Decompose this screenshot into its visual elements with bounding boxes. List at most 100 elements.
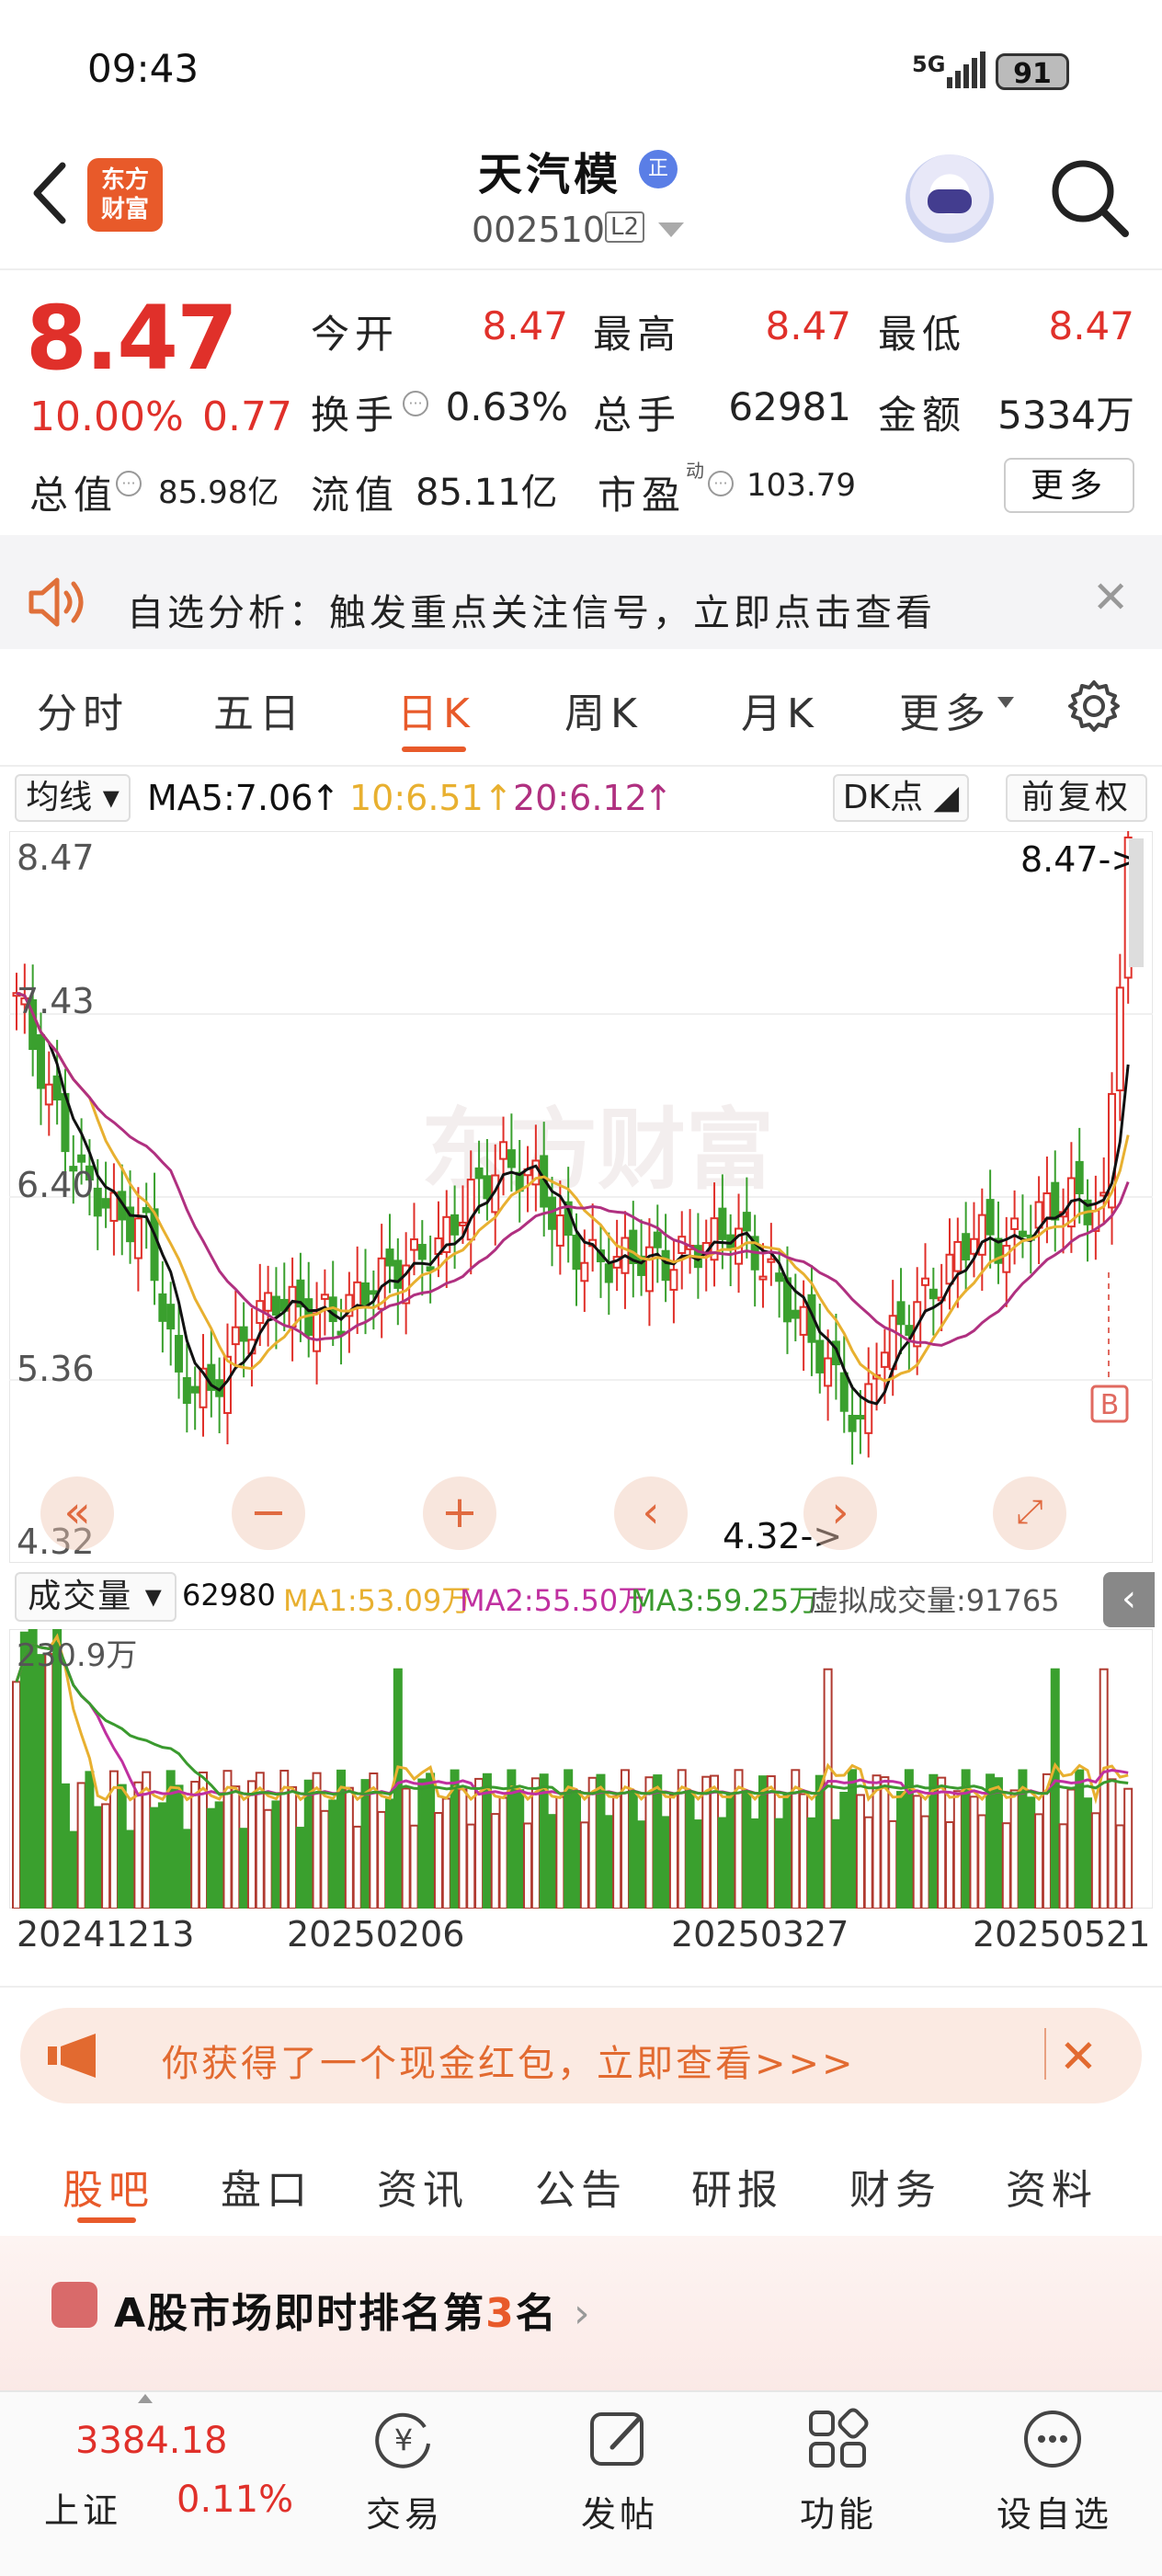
info-dots-icon[interactable]: ··· — [403, 391, 428, 416]
volume-bar — [85, 1771, 95, 1909]
expand-icon[interactable]: ⤢ — [993, 1476, 1066, 1550]
ranking-text[interactable]: A股市场即时排名第3名 › — [114, 2280, 592, 2339]
info-dots-icon[interactable]: ··· — [708, 471, 734, 496]
tab-announcements[interactable]: 公告 — [535, 2157, 627, 2216]
candle-body — [604, 1263, 613, 1283]
active-tab-indicator — [77, 2217, 136, 2223]
battery-indicator: 91 — [996, 53, 1069, 90]
add-watchlist-icon[interactable] — [1020, 2407, 1085, 2471]
zoom-in-button[interactable]: + — [423, 1476, 496, 1550]
trade-label[interactable]: 交易 — [349, 2486, 460, 2536]
index-change[interactable]: 0.11% — [177, 2479, 293, 2521]
red-packet-text[interactable]: 你获得了一个现金红包，立即查看>>> — [162, 2034, 856, 2087]
chevron-down-icon[interactable] — [658, 222, 684, 237]
volume-bar — [174, 1784, 184, 1909]
candle-body — [644, 1246, 654, 1293]
volume-bar — [426, 1772, 436, 1909]
volume-bar — [344, 1786, 354, 1909]
current-price: 8.47 — [26, 287, 238, 390]
candle-body — [142, 1206, 151, 1214]
volume-bar — [653, 1774, 663, 1909]
tab-five-day[interactable]: 五日 — [213, 680, 305, 739]
volume-bar — [685, 1791, 695, 1909]
tab-research[interactable]: 研报 — [691, 2157, 783, 2216]
open-value: 8.47 — [482, 303, 568, 348]
volume-chart[interactable]: 230.9万 — [9, 1629, 1153, 1909]
search-icon[interactable] — [1048, 156, 1131, 239]
volume-bar — [668, 1794, 678, 1909]
y-label-4: 5.36 — [17, 1349, 95, 1389]
chevron-up-icon[interactable] — [138, 2394, 153, 2403]
edit-post-icon[interactable] — [587, 2407, 651, 2471]
candle-body — [133, 1217, 142, 1260]
volume-bar — [928, 1773, 939, 1909]
volume-bar — [644, 1776, 655, 1909]
post-label[interactable]: 发帖 — [564, 2486, 675, 2536]
move-left-button[interactable]: ‹ — [614, 1476, 688, 1550]
ma-selector[interactable]: 均线 ▾ — [15, 774, 131, 822]
svg-text:¥: ¥ — [394, 2422, 413, 2457]
volume-bar — [774, 1818, 784, 1909]
volume-bar — [1123, 1787, 1134, 1909]
candle-body — [353, 1281, 362, 1308]
dk-point-button[interactable]: DK点 ◢ — [833, 774, 969, 822]
gear-icon[interactable] — [1066, 678, 1122, 734]
tab-news[interactable]: 资讯 — [377, 2157, 469, 2216]
stock-code[interactable]: 002510 — [472, 210, 605, 250]
move-right-button[interactable]: › — [803, 1476, 877, 1550]
tab-timeshare[interactable]: 分时 — [37, 680, 129, 739]
tab-month-k[interactable]: 月K — [741, 680, 819, 739]
volume-bar — [1090, 1812, 1100, 1909]
adjust-button[interactable]: 前复权 — [1006, 774, 1147, 822]
volume-bar — [750, 1818, 760, 1909]
function-grid-icon[interactable] — [805, 2407, 870, 2471]
volume-bar — [596, 1773, 606, 1909]
candle-body — [385, 1248, 394, 1267]
more-quote-button[interactable]: 更多 — [1004, 458, 1134, 513]
open-label: 今开 — [311, 312, 400, 357]
volume-bar — [555, 1795, 565, 1909]
tab-profile[interactable]: 资料 — [1006, 2157, 1098, 2216]
fast-backward-button[interactable]: « — [40, 1476, 114, 1550]
assistant-robot-icon[interactable] — [906, 154, 994, 243]
close-icon[interactable]: ✕ — [1092, 572, 1129, 623]
tab-more[interactable]: 更多 — [899, 680, 991, 739]
chevron-down-icon[interactable] — [997, 697, 1014, 708]
back-icon[interactable] — [28, 156, 74, 230]
volume-bar — [530, 1777, 541, 1909]
y-label-max: 8.47 — [17, 838, 95, 878]
volume-bar — [409, 1824, 419, 1909]
tab-day-k[interactable]: 日K — [397, 680, 475, 739]
zoom-out-button[interactable]: − — [232, 1476, 305, 1550]
volume-bar — [839, 1791, 849, 1909]
candle-body — [52, 1075, 62, 1100]
candle-body — [288, 1285, 297, 1328]
candle-body — [369, 1290, 378, 1295]
trade-icon[interactable]: ¥ — [371, 2407, 436, 2471]
close-icon[interactable]: ✕ — [1059, 2030, 1098, 2083]
volume-bar — [742, 1792, 752, 1909]
app-logo[interactable]: 东方 财富 — [87, 158, 163, 232]
candle-body — [239, 1326, 248, 1342]
candle-body — [101, 1198, 110, 1209]
candle-body — [791, 1309, 800, 1319]
index-name[interactable]: 上证 — [44, 2482, 121, 2533]
level2-badge[interactable]: L2 — [605, 211, 645, 243]
watchlist-label[interactable]: 设自选 — [985, 2486, 1123, 2536]
tab-week-k[interactable]: 周K — [564, 680, 643, 739]
function-label[interactable]: 功能 — [783, 2486, 894, 2536]
volume-bar — [539, 1773, 549, 1909]
index-value[interactable]: 3384.18 — [75, 2420, 227, 2462]
volume-selector[interactable]: 成交量 ▾ — [15, 1572, 177, 1622]
banner-text[interactable]: 自选分析：触发重点关注信号，立即点击查看 — [127, 583, 936, 636]
high-value: 8.47 — [765, 303, 851, 348]
tab-pankou[interactable]: 盘口 — [221, 2157, 313, 2216]
tab-finance[interactable]: 财务 — [849, 2157, 941, 2216]
kline-chart[interactable]: 东方财富 8.47 7.43 6.40 5.36 4.32 8.47-> 4.3… — [9, 831, 1153, 1563]
collapse-panel-button[interactable]: ‹ — [1103, 1572, 1155, 1627]
volume-bar — [295, 1827, 305, 1909]
candle-body — [175, 1335, 184, 1373]
tab-guba[interactable]: 股吧 — [63, 2157, 154, 2216]
volume-bar — [799, 1793, 809, 1909]
info-dots-icon[interactable]: ··· — [116, 471, 142, 496]
